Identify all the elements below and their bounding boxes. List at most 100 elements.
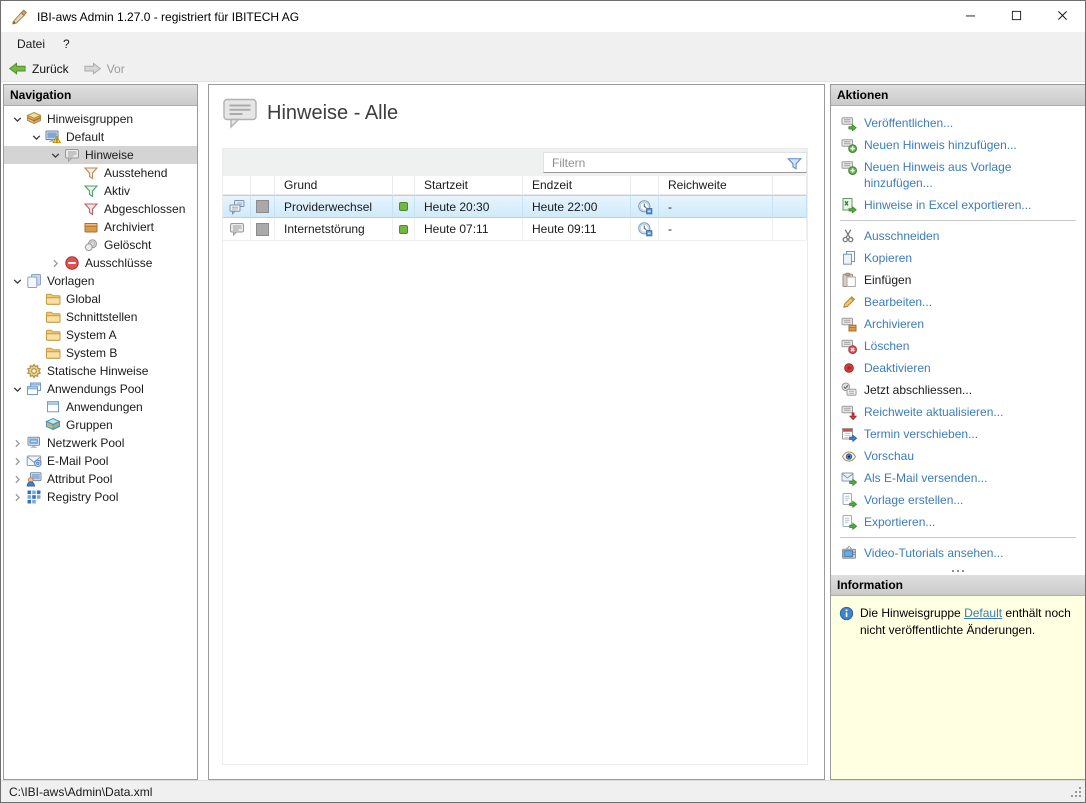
action-bearbeiten[interactable]: Bearbeiten... xyxy=(831,291,1085,313)
tree-item-label: Ausstehend xyxy=(104,166,168,180)
action-neuen-hinweis-aus-vorlage-hinzuf-gen[interactable]: Neuen Hinweis aus Vorlage hinzufügen... xyxy=(831,156,1085,194)
actions-info-splitter[interactable] xyxy=(831,566,1085,575)
column-header-reichweite[interactable]: Reichweite xyxy=(659,176,773,195)
tree-item-ausschl-sse[interactable]: Ausschlüsse xyxy=(4,254,197,272)
tree-item-archiviert[interactable]: Archiviert xyxy=(4,218,197,236)
action-als-e-mail-versenden[interactable]: Als E-Mail versenden... xyxy=(831,467,1085,489)
back-button[interactable]: Zurück xyxy=(1,56,76,81)
chevron-down-icon[interactable] xyxy=(10,274,25,289)
tree-item-label: Hinweise xyxy=(85,148,134,162)
resize-grip-icon[interactable] xyxy=(1070,786,1083,799)
tree-item-system-b[interactable]: System B xyxy=(4,344,197,362)
tree-item-default[interactable]: Default xyxy=(4,128,197,146)
column-header-empty[interactable] xyxy=(631,176,659,195)
chevron-right-icon[interactable] xyxy=(10,490,25,505)
menu-help[interactable]: ? xyxy=(54,37,79,51)
hinweise-title-icon xyxy=(222,97,259,129)
chevron-down-icon[interactable] xyxy=(29,130,44,145)
tree-item-statische-hinweise[interactable]: Statische Hinweise xyxy=(4,362,197,380)
forward-button[interactable]: Vor xyxy=(76,56,132,81)
action-label: Hinweise in Excel exportieren... xyxy=(864,198,1032,212)
tree-item-label: Default xyxy=(66,130,105,144)
minimize-button[interactable] xyxy=(947,1,993,32)
status-active-dot xyxy=(399,224,408,234)
act-export-icon xyxy=(841,514,858,531)
chevron-right-icon[interactable] xyxy=(10,436,25,451)
tree-item-schnittstellen[interactable]: Schnittstellen xyxy=(4,308,197,326)
chevron-down-icon[interactable] xyxy=(10,112,25,127)
stack-yellow-icon xyxy=(26,111,42,127)
column-header-startzeit[interactable]: Startzeit xyxy=(415,176,523,195)
action-ver-ffentlichen[interactable]: Veröffentlichen... xyxy=(831,112,1085,134)
tree-item-label: Anwendungen xyxy=(66,400,143,414)
chevron-right-icon[interactable] xyxy=(10,472,25,487)
tree-item-anwendungen[interactable]: Anwendungen xyxy=(4,398,197,416)
close-button[interactable] xyxy=(1039,1,1085,32)
action-l-schen[interactable]: Löschen xyxy=(831,335,1085,357)
action-neuen-hinweis-hinzuf-gen[interactable]: Neuen Hinweis hinzufügen... xyxy=(831,134,1085,156)
column-header-grund[interactable]: Grund xyxy=(275,176,393,195)
action-video-tutorials-ansehen[interactable]: Video-Tutorials ansehen... xyxy=(831,542,1085,564)
action-vorschau[interactable]: Vorschau xyxy=(831,445,1085,467)
column-header-empty[interactable] xyxy=(223,176,251,195)
action-hinweise-in-excel-exportieren[interactable]: Hinweise in Excel exportieren... xyxy=(831,194,1085,216)
tree-item-system-a[interactable]: System A xyxy=(4,326,197,344)
actions-list: Veröffentlichen... Neuen Hinweis hinzufüg… xyxy=(831,106,1085,566)
filter-input[interactable] xyxy=(544,155,786,170)
table-row-internetst-rung[interactable]: Internetstörung Heute 07:11 Heute 09:11 - xyxy=(223,218,807,241)
action-exportieren[interactable]: Exportieren... xyxy=(831,511,1085,533)
column-header-empty[interactable] xyxy=(393,176,415,195)
action-jetzt-abschliessen[interactable]: Jetzt abschliessen... xyxy=(831,379,1085,401)
action-vorlage-erstellen[interactable]: Vorlage erstellen... xyxy=(831,489,1085,511)
tree-item-e-mail-pool[interactable]: E-Mail Pool xyxy=(4,452,197,470)
back-label: Zurück xyxy=(32,61,69,76)
column-header-empty[interactable] xyxy=(773,176,807,195)
forward-label: Vor xyxy=(106,61,125,76)
tree-item-ausstehend[interactable]: Ausstehend xyxy=(4,164,197,182)
tree-item-gel-scht[interactable]: Gelöscht xyxy=(4,236,197,254)
tree-item-netzwerk-pool[interactable]: Netzwerk Pool xyxy=(4,434,197,452)
chevron-down-icon[interactable] xyxy=(48,148,63,163)
filter-funnel-icon[interactable] xyxy=(786,155,803,170)
cell-icon xyxy=(393,195,415,218)
tree-item-aktiv[interactable]: Aktiv xyxy=(4,182,197,200)
nav-main-splitter[interactable] xyxy=(197,84,207,780)
action-reichweite-aktualisieren[interactable]: Reichweite aktualisieren... xyxy=(831,401,1085,423)
action-kopieren[interactable]: Kopieren xyxy=(831,247,1085,269)
chevron-down-icon[interactable] xyxy=(10,382,25,397)
cell-grund: Internetstörung xyxy=(275,218,393,241)
tree-item-attribut-pool[interactable]: Attribut Pool xyxy=(4,470,197,488)
action-label: Deaktivieren xyxy=(864,361,931,375)
tree-item-vorlagen[interactable]: Vorlagen xyxy=(4,272,197,290)
action-termin-verschieben[interactable]: Termin verschieben... xyxy=(831,423,1085,445)
action-deaktivieren[interactable]: Deaktivieren xyxy=(831,357,1085,379)
tree-item-anwendungs-pool[interactable]: Anwendungs Pool xyxy=(4,380,197,398)
column-header-endzeit[interactable]: Endzeit xyxy=(523,176,631,195)
action-archivieren[interactable]: Archivieren xyxy=(831,313,1085,335)
chevron-right-icon[interactable] xyxy=(48,256,63,271)
menu-datei[interactable]: Datei xyxy=(8,37,54,51)
information-content: Die Hinweisgruppe Default enthält noch n… xyxy=(831,596,1085,779)
tree-item-gruppen[interactable]: Gruppen xyxy=(4,416,197,434)
chevron-right-icon[interactable] xyxy=(10,454,25,469)
tree-item-label: Netzwerk Pool xyxy=(47,436,125,450)
action-einf-gen[interactable]: Einfügen xyxy=(831,269,1085,291)
filter-field xyxy=(543,152,807,173)
archive-box-icon xyxy=(83,219,99,235)
action-label: Reichweite aktualisieren... xyxy=(864,405,1004,419)
action-ausschneiden[interactable]: Ausschneiden xyxy=(831,225,1085,247)
tree-item-hinweisgruppen[interactable]: Hinweisgruppen xyxy=(4,110,197,128)
default-group-link[interactable]: Default xyxy=(964,606,1002,620)
tree-item-abgeschlossen[interactable]: Abgeschlossen xyxy=(4,200,197,218)
tree-item-registry-pool[interactable]: Registry Pool xyxy=(4,488,197,506)
act-reach-icon xyxy=(841,404,858,421)
tree-item-global[interactable]: Global xyxy=(4,290,197,308)
table-row-providerwechsel[interactable]: Providerwechsel Heute 20:30 Heute 22:00 - xyxy=(223,195,807,218)
column-header-empty[interactable] xyxy=(251,176,275,195)
tree-item-hinweise[interactable]: Hinweise xyxy=(4,146,197,164)
app-window: IBI-aws Admin 1.27.0 - registriert für I… xyxy=(0,0,1086,803)
tree-item-label: Attribut Pool xyxy=(47,472,113,486)
maximize-button[interactable] xyxy=(993,1,1039,32)
